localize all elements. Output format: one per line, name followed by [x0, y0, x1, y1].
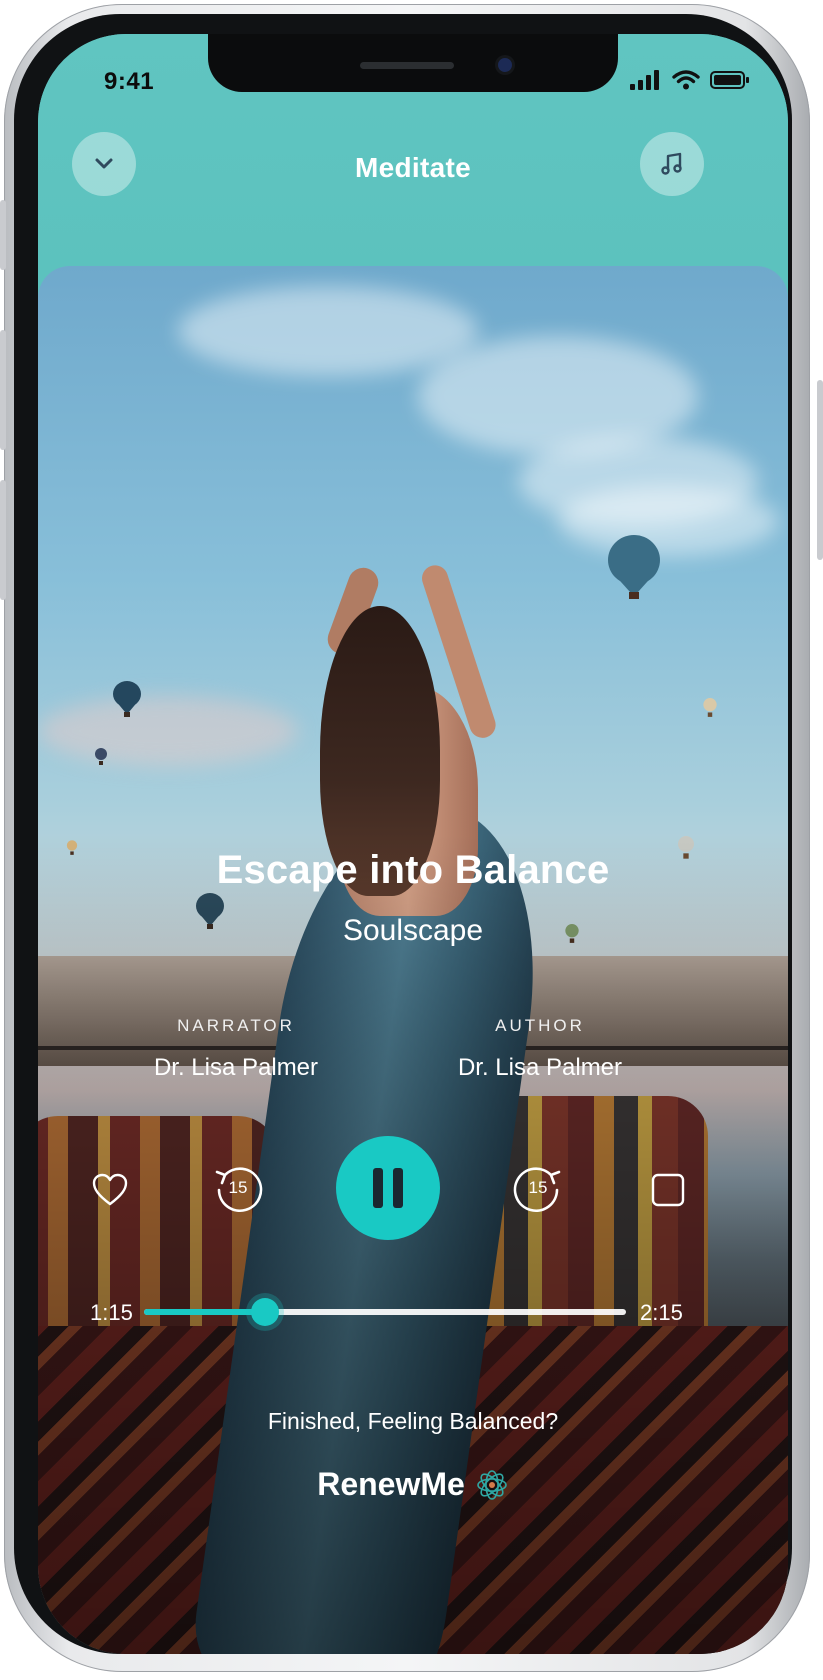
author-name: Dr. Lisa Palmer	[457, 1054, 623, 1081]
favorite-button[interactable]	[86, 1166, 134, 1214]
finished-prompt[interactable]: Finished, Feeling Balanced?	[38, 1408, 788, 1435]
side-button	[0, 200, 6, 270]
brand-logo: RenewMe	[38, 1466, 788, 1503]
battery-icon	[710, 71, 749, 89]
pause-icon	[373, 1168, 403, 1208]
app-screen: 9:41 Meditate Escape into Balance Soulsc…	[38, 34, 788, 1654]
heart-icon	[92, 1173, 128, 1206]
earpiece-speaker	[360, 62, 454, 69]
narrator-label: NARRATOR	[177, 1016, 295, 1035]
square-button[interactable]	[644, 1166, 692, 1214]
image-shade	[38, 266, 788, 1654]
brand-name: RenewMe	[317, 1466, 465, 1502]
side-button	[0, 330, 6, 450]
status-icons	[630, 70, 750, 90]
music-icon	[661, 152, 682, 175]
narrator-name: Dr. Lisa Palmer	[153, 1054, 319, 1081]
track-collection: Soulscape	[342, 914, 484, 947]
rewind-seconds: 15	[228, 1178, 248, 1197]
status-time: 9:41	[104, 68, 155, 95]
front-camera	[498, 58, 512, 72]
wifi-icon	[672, 70, 700, 90]
side-button	[0, 480, 6, 600]
lotus-logo-icon	[476, 1469, 507, 1500]
track-card: Escape into Balance Soulscape NARRATOR D…	[38, 266, 788, 1654]
music-button[interactable]	[640, 132, 704, 196]
forward-15-button[interactable]: 15	[510, 1162, 566, 1218]
signal-icon	[630, 70, 659, 90]
forward-seconds: 15	[528, 1178, 548, 1197]
progress-fill	[144, 1309, 265, 1315]
track-title: Escape into Balance	[216, 848, 610, 892]
rewind-15-button[interactable]: 15	[210, 1162, 266, 1218]
progress-knob[interactable]	[250, 1298, 279, 1326]
pause-button[interactable]	[336, 1136, 440, 1240]
total-time: 2:15	[640, 1300, 683, 1325]
side-button	[817, 380, 823, 560]
progress-slider[interactable]	[144, 1298, 626, 1326]
author-label: AUTHOR	[495, 1016, 585, 1035]
notch	[208, 34, 618, 92]
elapsed-time: 1:15	[90, 1300, 133, 1325]
square-icon	[651, 1173, 685, 1207]
